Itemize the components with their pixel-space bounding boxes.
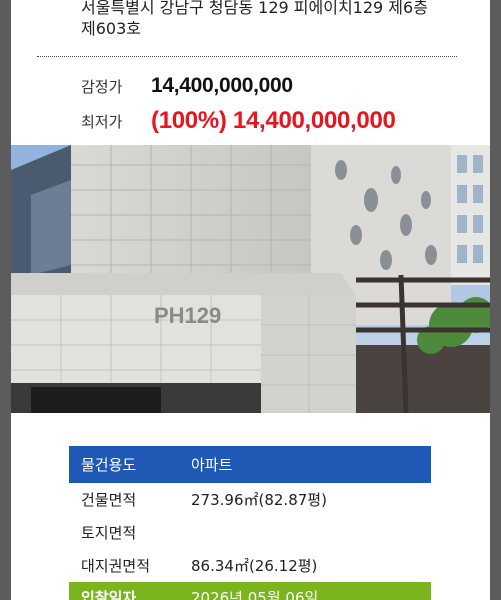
address-line-1: 서울특별시 강남구 청담동 129 피에이치129 제6층 [81,0,428,17]
info-row-land-area: 토지면적 [69,516,431,549]
listing-card[interactable]: 서울특별시 강남구 청담동 129 피에이치129 제6층 제603호 감정가 … [11,0,490,600]
info-row-bid-date: 입찰일자 2026년 05월 06일 [69,582,431,600]
min-price-value: (100%) 14,400,000,000 [151,107,396,134]
property-photo[interactable]: PH129 [11,145,490,413]
usage-label: 물건용도 [81,456,137,474]
land-right-area-value: 86.34㎡(26.12평) [191,557,318,575]
dotted-divider [37,56,457,57]
appraisal-row: 감정가 14,400,000,000 [81,74,293,98]
address-line-2: 제603호 [81,19,141,38]
appraisal-label: 감정가 [81,77,123,96]
info-row-usage: 물건용도 아파트 [69,446,431,483]
usage-value: 아파트 [191,456,233,474]
listing-address: 서울특별시 강남구 청담동 129 피에이치129 제6층 제603호 [81,0,481,39]
bid-date-label: 입찰일자 [81,588,137,600]
land-area-label: 토지면적 [81,524,137,542]
info-row-land-right-area: 대지권면적 86.34㎡(26.12평) [69,549,431,582]
property-info-table: 물건용도 아파트 건물면적 273.96㎡(82.87평) 토지면적 대지권면적… [69,446,431,600]
bid-date-value: 2026년 05월 06일 [191,588,319,600]
building-sign-text: PH129 [154,303,221,328]
building-illustration: PH129 [11,145,490,413]
min-price-label: 최저가 [81,112,123,131]
building-area-label: 건물면적 [81,491,137,509]
building-area-value: 273.96㎡(82.87평) [191,491,327,509]
appraisal-value: 14,400,000,000 [151,74,293,97]
land-right-area-label: 대지권면적 [81,557,151,575]
info-row-building-area: 건물면적 273.96㎡(82.87평) [69,483,431,516]
min-price-row: 최저가 (100%) 14,400,000,000 [81,107,396,135]
